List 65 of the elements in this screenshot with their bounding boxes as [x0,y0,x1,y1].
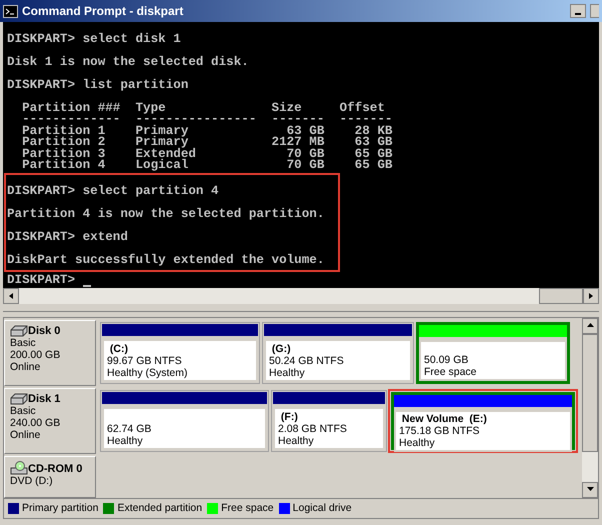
cd-drive-icon [10,461,28,475]
console-line: DISKPART> select disk 1 [7,34,181,45]
maximize-button[interactable] [590,4,599,18]
console-line: Partition 1 Primary 63 GB 28 KB [21,126,392,137]
minimize-button[interactable] [570,4,586,18]
console-line: Partition 2 Primary 2127 MB 63 GB [21,137,392,148]
console-line: Partition 4 Logical 70 GB 65 GB [21,160,392,172]
disk-name: Disk 0 [28,325,60,337]
volume-status: Healthy [399,437,435,449]
volume-status: Healthy [269,367,305,379]
partition-box[interactable]: (F:) 2.08 GB NTFS Healthy [273,407,385,450]
legend-label: Free space [221,500,274,516]
volume-size: 62.74 GB [107,423,152,435]
up-arrow-icon [586,322,594,330]
volume-status: Healthy [278,435,314,447]
console-line: Partition ### Type Size Offset [21,102,385,114]
disk-status: Online [10,361,40,373]
console-line: DISKPART> select partition 4 [7,186,219,198]
volume-size: 2.08 GB NTFS [278,423,347,435]
window-title: Command Prompt - diskpart [22,3,184,20]
volume-name: (G:) [270,343,291,355]
disk-capacity: 200.00 GB [10,349,60,361]
console-line: ------------- ---------------- ------- ------- [21,114,392,126]
legend-label: Logical drive [292,500,352,516]
disk-name: Disk 1 [28,393,60,405]
console-line: DISKPART> list partition [7,80,188,91]
right-arrow-icon [588,292,594,300]
console-line: Partition 4 is now the selected partition. [7,209,324,220]
hard-drive-icon [10,325,28,337]
volume-size: 175.18 GB NTFS [399,425,480,437]
partition-box[interactable]: 62.74 GB Healthy [102,407,267,450]
horizontal-scrollbar[interactable] [3,288,599,304]
console-line: Partition 3 Extended 70 GB 65 GB [21,148,392,160]
console-line: DISKPART> extend [7,232,128,244]
disk-type: DVD (D:) [10,475,53,487]
vertical-scrollbar[interactable] [582,318,598,498]
scrollbar-thumb[interactable] [582,334,598,452]
volume-name: (C:) [108,343,128,355]
disk-capacity: 240.00 GB [10,417,60,429]
console-line: Disk 1 is now the selected disk. [7,56,249,68]
console-line: DiskPart successfully extended the volume. [7,255,324,266]
legend-label: Primary partition [22,500,98,516]
volume-status: Healthy (System) [107,367,188,379]
partition-box[interactable]: New Volume (E:) 175.18 GB NTFS Healthy [394,410,572,452]
disk-name: CD-ROM 0 [28,463,82,475]
console-icon [3,4,18,18]
console-prompt: DISKPART> [7,274,76,286]
volume-status: Free space [424,366,477,378]
disk-type: Basic [10,405,36,417]
left-arrow-icon [8,292,14,300]
disk-status: Online [10,429,40,441]
volume-size: 99.67 GB NTFS [107,355,182,367]
volume-name: (F:) [280,411,298,423]
volume-status: Healthy [107,435,143,447]
volume-name: New Volume (E:) [400,413,487,425]
text-cursor [82,285,91,287]
volume-size: 50.09 GB [424,354,468,366]
partition-box[interactable]: (G:) 50.24 GB NTFS Healthy [264,339,412,382]
partition-box[interactable]: 50.09 GB Free space [419,340,567,381]
legend-label: Extended partition [117,500,202,516]
scrollbar-thumb[interactable] [539,288,583,304]
partition-box[interactable]: (C:) 99.67 GB NTFS Healthy (System) [102,339,258,382]
disk-type: Basic [10,337,36,349]
volume-size: 50.24 GB NTFS [269,355,344,367]
hard-drive-icon [10,393,28,405]
